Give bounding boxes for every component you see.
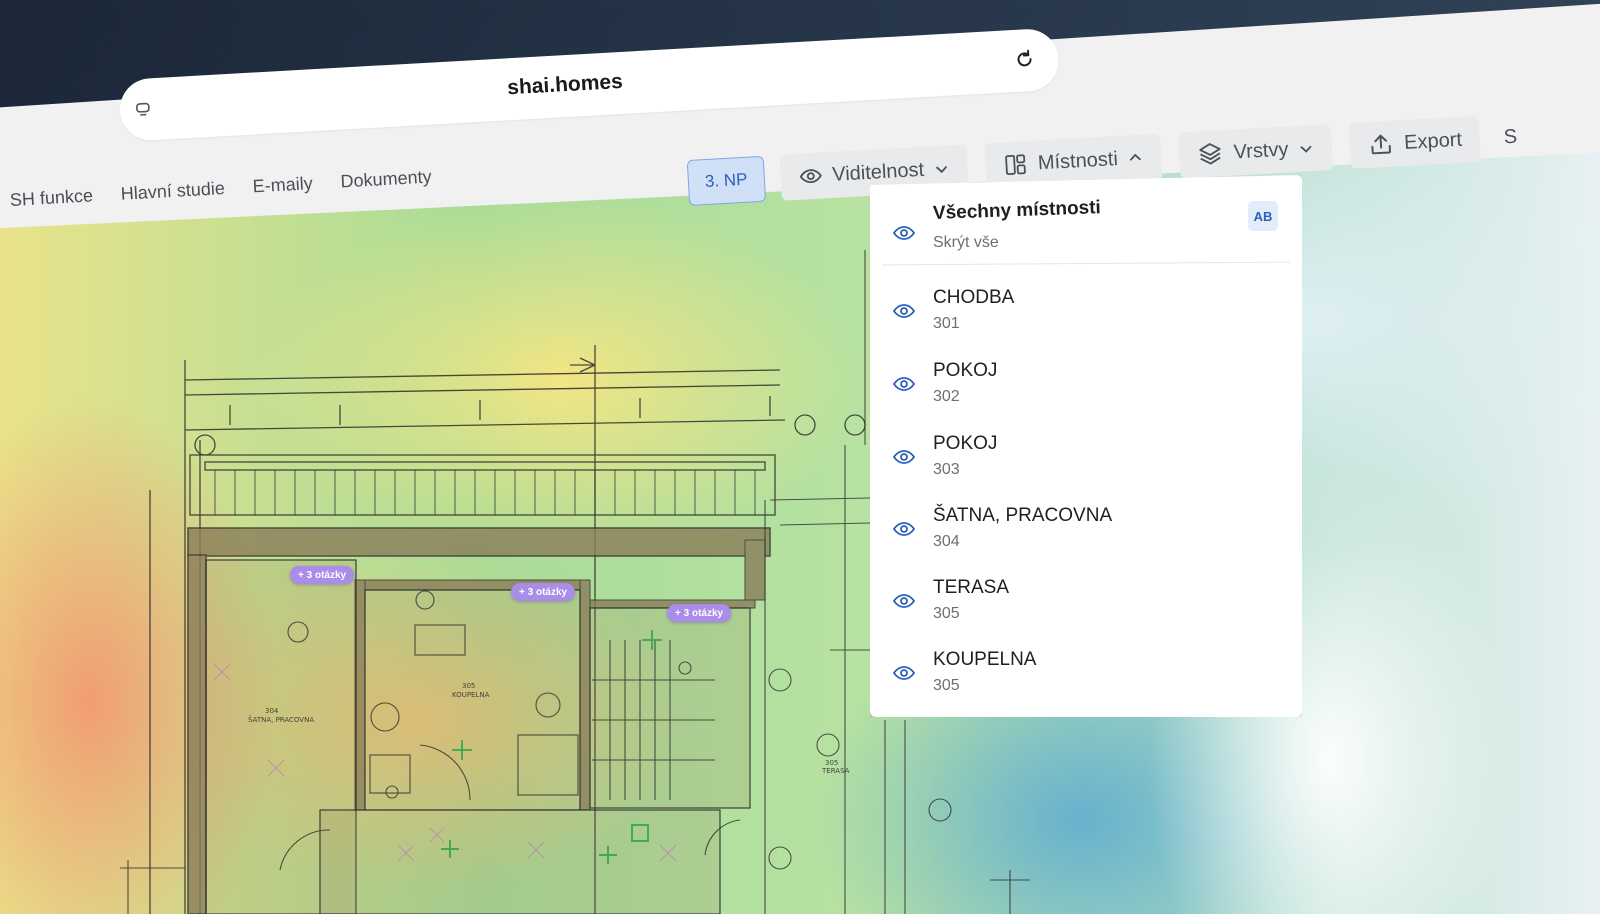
room-number: 303 bbox=[933, 461, 960, 478]
plan-room-number-koupelna: 305 bbox=[462, 682, 475, 690]
eye-icon bbox=[892, 377, 916, 391]
all-rooms-title: Všechny místnosti bbox=[932, 197, 1102, 224]
room-questions-tag[interactable]: + 3 otázky bbox=[290, 566, 355, 584]
layout-grid-icon bbox=[1005, 154, 1027, 175]
hide-all-link[interactable]: Skrýt vše bbox=[933, 234, 999, 252]
room-name: TERASA bbox=[933, 577, 1010, 598]
partial-button[interactable]: S bbox=[1497, 113, 1525, 160]
ab-badge[interactable]: AB bbox=[1248, 201, 1278, 231]
browser-screen: 304 ŠATNA, PRACOVNA 305 KOUPELNA 305 TER… bbox=[0, 0, 1600, 914]
reload-icon[interactable] bbox=[1012, 47, 1037, 72]
visibility-label: Viditelnost bbox=[831, 158, 925, 186]
room-number: 301 bbox=[933, 315, 960, 332]
upload-icon bbox=[1371, 134, 1392, 155]
layers-icon bbox=[1199, 143, 1222, 165]
eye-icon bbox=[892, 594, 916, 608]
chevron-down-icon bbox=[1300, 145, 1312, 153]
url-text: shai.homes bbox=[506, 69, 624, 100]
room-item-terasa[interactable]: TERASA 305 bbox=[870, 577, 1302, 637]
room-item-pokoj-302[interactable]: POKOJ 302 bbox=[870, 360, 1302, 420]
floor-selector-button[interactable]: 3. NP bbox=[686, 155, 766, 206]
nav-item-e-maily[interactable]: E-maily bbox=[252, 173, 313, 197]
eye-icon bbox=[892, 522, 916, 536]
room-number: 305 bbox=[933, 677, 960, 694]
room-questions-tag[interactable]: + 3 otázky bbox=[667, 604, 732, 622]
eye-icon bbox=[892, 304, 916, 318]
plan-room-number-304: 304 bbox=[265, 707, 279, 715]
room-item-koupelna[interactable]: KOUPELNA 305 bbox=[870, 649, 1302, 709]
export-button[interactable]: Export bbox=[1348, 115, 1482, 169]
all-rooms-toggle[interactable]: Všechny místnosti Skrýt vše AB bbox=[870, 197, 1302, 267]
room-item-pokoj-303[interactable]: POKOJ 303 bbox=[870, 433, 1302, 493]
plan-room-number-terasa: 305 bbox=[825, 759, 838, 767]
room-number: 302 bbox=[933, 388, 960, 405]
layers-button[interactable]: Vrstvy bbox=[1178, 124, 1334, 179]
room-item-satna-pracovna[interactable]: ŠATNA, PRACOVNA 304 bbox=[870, 505, 1302, 565]
site-icon bbox=[136, 102, 150, 116]
room-name: POKOJ bbox=[933, 360, 998, 381]
chevron-down-icon bbox=[936, 165, 948, 174]
room-number: 304 bbox=[933, 533, 960, 550]
chevron-up-icon bbox=[1130, 153, 1142, 161]
room-name: CHODBA bbox=[933, 287, 1015, 308]
room-questions-tag[interactable]: + 3 otázky bbox=[511, 583, 576, 601]
partial-label: S bbox=[1503, 125, 1518, 148]
plan-room-name-koupelna: KOUPELNA bbox=[452, 691, 490, 699]
eye-icon bbox=[892, 226, 916, 240]
room-name: KOUPELNA bbox=[933, 649, 1037, 670]
eye-icon bbox=[799, 169, 822, 184]
plan-room-name-304: ŠATNA, PRACOVNA bbox=[248, 715, 314, 724]
room-name: ŠATNA, PRACOVNA bbox=[933, 505, 1113, 526]
rooms-dropdown: Všechny místnosti Skrýt vše AB CHODBA 30… bbox=[870, 175, 1302, 717]
room-item-chodba[interactable]: CHODBA 301 bbox=[870, 287, 1302, 347]
rooms-label: Místnosti bbox=[1037, 147, 1119, 174]
plan-room-name-terasa: TERASA bbox=[821, 767, 850, 775]
room-name: POKOJ bbox=[933, 433, 998, 454]
layers-label: Vrstvy bbox=[1232, 137, 1289, 163]
floor-label: 3. NP bbox=[704, 169, 748, 192]
room-number: 305 bbox=[933, 605, 960, 622]
eye-icon bbox=[892, 666, 916, 680]
eye-icon bbox=[892, 450, 916, 464]
export-label: Export bbox=[1403, 128, 1463, 154]
